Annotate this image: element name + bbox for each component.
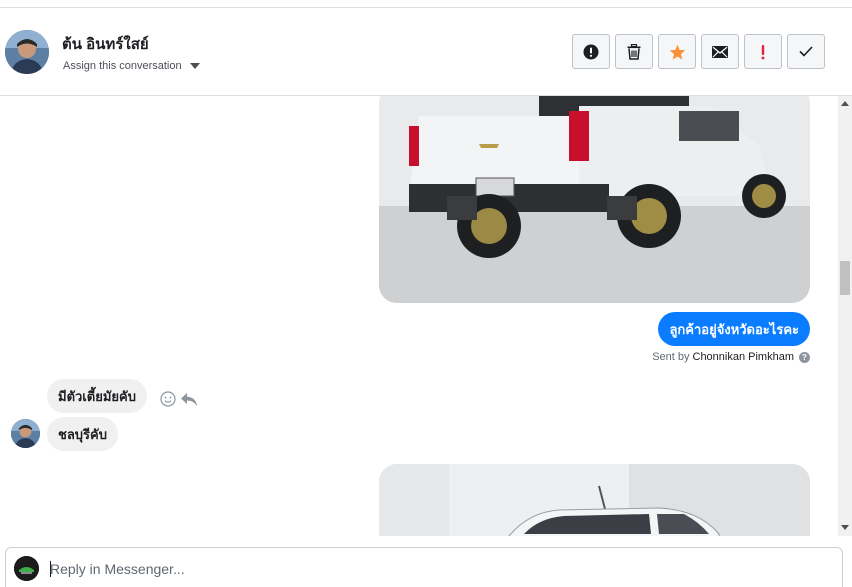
scroll-down-arrow-icon[interactable]: [841, 525, 849, 530]
image-attachment[interactable]: [379, 464, 810, 536]
exclamation-icon: [761, 44, 765, 59]
caret-down-icon: [189, 63, 200, 69]
image-attachment[interactable]: [379, 96, 810, 303]
assign-conversation-dropdown[interactable]: Assign this conversation: [63, 60, 200, 72]
thread-scrollbar[interactable]: [838, 96, 852, 536]
delete-button[interactable]: [615, 34, 653, 69]
reply-input[interactable]: [50, 557, 830, 581]
important-button[interactable]: [744, 34, 782, 69]
emoji-reaction-icon[interactable]: [160, 391, 176, 407]
contact-avatar-small: [11, 419, 40, 448]
scroll-up-arrow-icon[interactable]: [841, 101, 849, 106]
top-strip: [0, 0, 852, 8]
sender-name: Chonnikan Pimkham: [692, 351, 795, 363]
text-cursor: [50, 561, 51, 577]
outgoing-message[interactable]: ลูกค้าอยู่จังหวัดอะไรคะ: [658, 312, 810, 346]
sent-by-prefix: Sent by: [652, 351, 690, 363]
contact-avatar[interactable]: [5, 30, 49, 74]
star-icon: [669, 44, 685, 60]
checkmark-icon: [799, 46, 813, 57]
action-toolbar: [572, 34, 825, 69]
incoming-message[interactable]: มีตัวเตี้ยมัยคับ: [47, 379, 147, 413]
star-button[interactable]: [658, 34, 696, 69]
incoming-message[interactable]: ชลบุรีคับ: [47, 417, 118, 451]
sent-by-line: Sent by Chonnikan Pimkham ?: [652, 351, 810, 363]
message-thread[interactable]: ลูกค้าอยู่จังหวัดอะไรคะ Sent by Chonnika…: [0, 96, 852, 536]
assign-label: Assign this conversation: [63, 60, 182, 72]
message-tools: [160, 391, 198, 407]
mark-done-button[interactable]: [787, 34, 825, 69]
scroll-thumb[interactable]: [840, 261, 850, 295]
help-icon[interactable]: ?: [799, 351, 810, 363]
contact-name[interactable]: ต้น อินทร์ใสย์: [62, 32, 149, 56]
mark-spam-button[interactable]: [572, 34, 610, 69]
reply-icon[interactable]: [180, 391, 198, 407]
envelope-icon: [712, 45, 728, 58]
mark-unread-button[interactable]: [701, 34, 739, 69]
reply-composer: [5, 547, 843, 587]
conversation-header: ต้น อินทร์ใสย์ Assign this conversation: [0, 8, 852, 96]
trash-icon: [627, 43, 641, 60]
alert-circle-icon: [583, 44, 599, 59]
page-avatar: [14, 556, 39, 581]
